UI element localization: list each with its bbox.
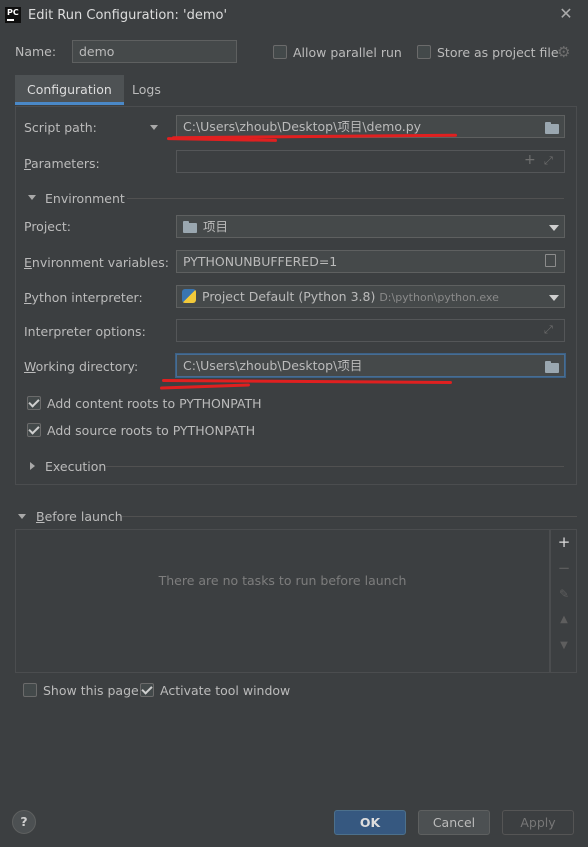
add-content-roots-label: Add content roots to PYTHONPATH [47, 396, 262, 411]
python-logo-icon [182, 289, 196, 303]
move-up-icon[interactable]: ▲ [556, 612, 572, 628]
env-vars-label: Environment variables: [24, 255, 169, 270]
expand-icon[interactable]: ⤢ [544, 154, 553, 168]
chevron-down-icon[interactable] [549, 295, 559, 301]
name-label: Name: [15, 44, 57, 59]
script-type-dropdown-icon[interactable] [150, 125, 158, 130]
cancel-button[interactable]: Cancel [418, 810, 490, 835]
parameters-field[interactable] [176, 150, 565, 173]
plus-icon[interactable]: + [524, 152, 536, 168]
expand-icon[interactable]: ⤢ [544, 323, 553, 337]
browse-folder-icon[interactable] [545, 361, 559, 373]
document-icon[interactable] [545, 254, 556, 267]
apply-button[interactable]: Apply [502, 810, 574, 835]
execution-divider [106, 466, 564, 467]
store-project-checkbox[interactable] [417, 45, 431, 59]
empty-tasks-text: There are no tasks to run before launch [158, 573, 407, 588]
before-launch-task-list[interactable] [15, 529, 550, 673]
browse-folder-icon[interactable] [545, 122, 559, 134]
working-dir-field[interactable]: C:\Users\zhoub\Desktop\项目 [176, 354, 565, 377]
environment-collapse-icon[interactable] [28, 195, 36, 200]
window-title: Edit Run Configuration: 'demo' [28, 8, 228, 23]
activate-tool-checkbox[interactable] [140, 683, 154, 697]
name-field[interactable]: demo [72, 40, 237, 63]
show-page-label: Show this page [43, 683, 139, 698]
allow-parallel-label: Allow parallel run [293, 45, 402, 60]
add-icon[interactable]: + [556, 534, 572, 550]
interpreter-select[interactable]: Project Default (Python 3.8) D:\python\p… [176, 285, 565, 308]
edit-pencil-icon[interactable]: ✎ [556, 586, 572, 602]
project-label: Project: [24, 219, 71, 234]
title-bar: PC Edit Run Configuration: 'demo' ✕ [0, 0, 588, 31]
execution-expand-icon[interactable] [30, 462, 35, 470]
tab-logs[interactable]: Logs [120, 75, 173, 105]
interpreter-options-label: Interpreter options: [24, 324, 146, 339]
add-source-roots-checkbox[interactable] [27, 423, 41, 437]
move-down-icon[interactable]: ▼ [556, 638, 572, 654]
before-launch-divider [122, 516, 577, 517]
show-page-checkbox[interactable] [23, 683, 37, 697]
interpreter-name: Project Default (Python 3.8) [202, 289, 376, 304]
interpreter-label: Python interpreter: [24, 290, 143, 305]
store-project-label: Store as project file [437, 45, 559, 60]
ok-button[interactable]: OK [334, 810, 406, 835]
working-dir-label: Working directory: [24, 359, 139, 374]
remove-icon[interactable]: − [556, 560, 572, 576]
chevron-down-icon[interactable] [549, 225, 559, 231]
activate-tool-label: Activate tool window [160, 683, 291, 698]
script-path-label: Script path: [24, 120, 97, 135]
add-source-roots-label: Add source roots to PYTHONPATH [47, 423, 256, 438]
environment-divider [127, 198, 564, 199]
gear-icon[interactable]: ⚙ [557, 43, 570, 61]
environment-header[interactable]: Environment [45, 191, 125, 206]
tab-configuration[interactable]: Configuration [15, 75, 124, 105]
project-select[interactable]: 项目 [176, 215, 565, 238]
pycharm-logo-icon: PC [5, 7, 21, 23]
add-content-roots-checkbox[interactable] [27, 396, 41, 410]
parameters-label: Parameters: [24, 156, 100, 171]
interpreter-path: D:\python\python.exe [379, 291, 499, 304]
interpreter-options-field[interactable] [176, 319, 565, 342]
execution-header[interactable]: Execution [45, 459, 106, 474]
env-vars-field[interactable]: PYTHONUNBUFFERED=1 [176, 250, 565, 273]
before-launch-header[interactable]: Before launch [36, 509, 123, 524]
help-button[interactable]: ? [12, 810, 36, 834]
close-icon[interactable]: ✕ [558, 5, 574, 23]
allow-parallel-checkbox[interactable] [273, 45, 287, 59]
before-launch-collapse-icon[interactable] [18, 514, 26, 519]
project-folder-icon [183, 221, 197, 233]
